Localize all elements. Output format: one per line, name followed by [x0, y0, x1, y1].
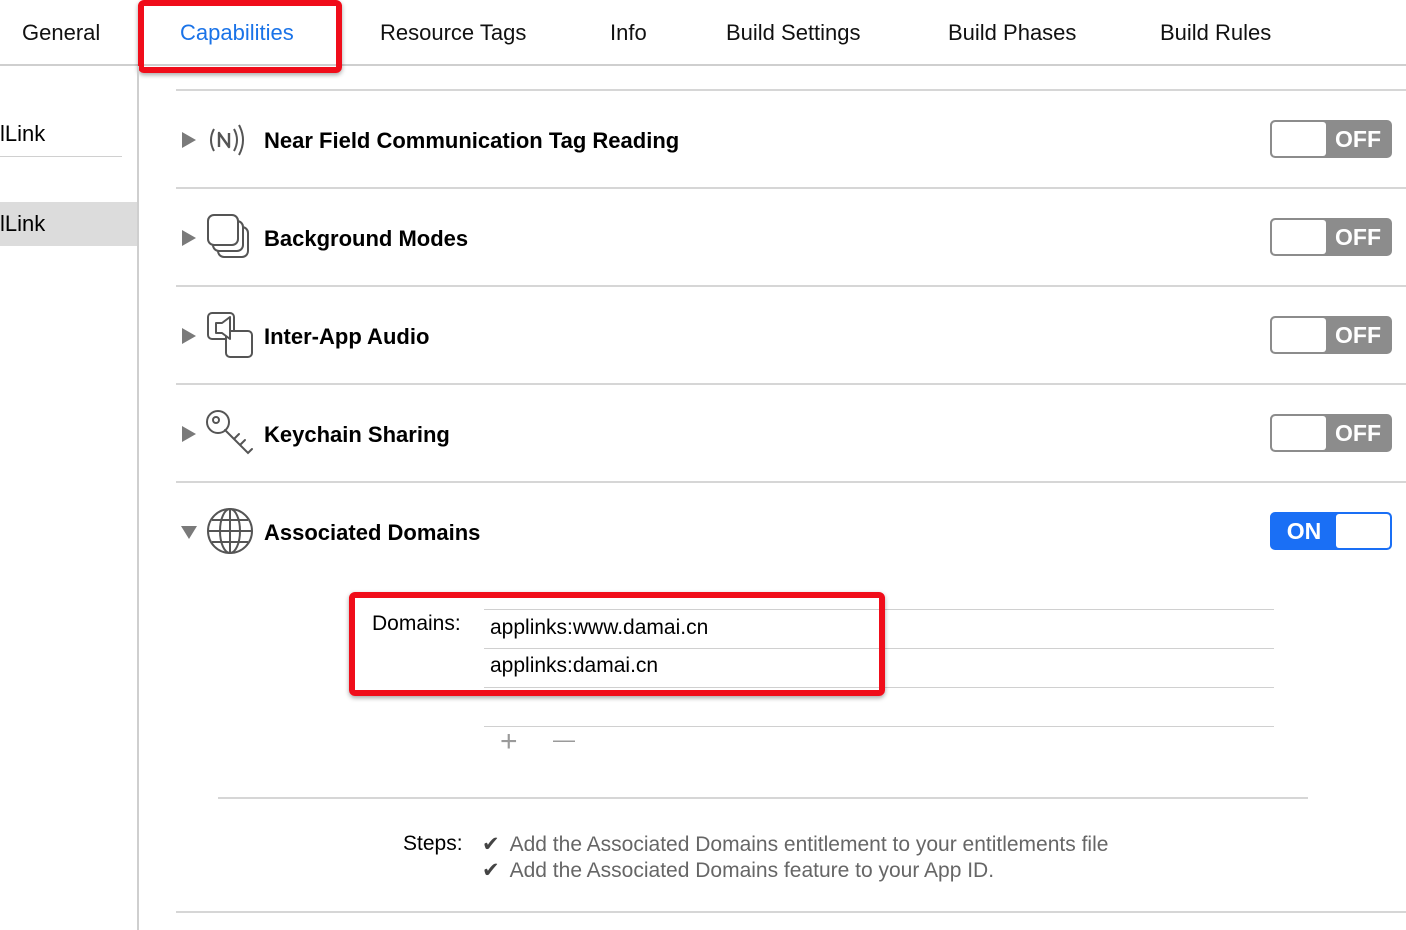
tab-build-settings[interactable]: Build Settings [726, 20, 861, 46]
toggle-state-label: ON [1286, 518, 1322, 544]
step-text: Add the Associated Domains entitlement t… [509, 833, 1109, 856]
sidebar-divider [0, 156, 122, 157]
domain-list-divider [484, 726, 1274, 727]
background-modes-toggle[interactable]: OFF [1270, 218, 1392, 256]
capability-row-inter-app-audio: Inter-App Audio OFF [176, 287, 1406, 385]
step-text: Add the Associated Domains feature to yo… [509, 859, 995, 882]
tab-build-rules[interactable]: Build Rules [1160, 20, 1271, 46]
sidebar-item-target[interactable]: lLink [0, 202, 137, 246]
domain-entry[interactable]: applinks:damai.cn [490, 654, 658, 678]
domains-label: Domains: [372, 612, 461, 635]
capability-row-associated-domains: Associated Domains ON [176, 483, 1406, 581]
globe-icon [207, 508, 253, 554]
toggle-knob [1272, 318, 1326, 352]
capability-title: Associated Domains [264, 520, 481, 545]
sidebar-item-project[interactable]: lLink [0, 112, 137, 156]
nfc-icon [210, 124, 244, 156]
tab-build-phases[interactable]: Build Phases [948, 20, 1076, 46]
key-icon [206, 410, 253, 455]
capability-title: Near Field Communication Tag Reading [264, 128, 680, 153]
disclosure-collapsed-icon[interactable] [180, 229, 198, 247]
inter-app-audio-icon [207, 312, 253, 358]
tab-bar: General Capabilities Resource Tags Info … [0, 0, 1406, 66]
step-item: ✔ Add the Associated Domains feature to y… [482, 858, 994, 883]
disclosure-collapsed-icon[interactable] [180, 327, 198, 345]
nfc-toggle[interactable]: OFF [1270, 120, 1392, 158]
background-modes-icon [207, 214, 249, 258]
row-divider [176, 911, 1406, 913]
toggle-knob [1272, 416, 1326, 450]
checkmark-icon: ✔ [482, 859, 500, 882]
domain-entry[interactable]: applinks:www.damai.cn [490, 616, 708, 640]
toggle-state-label: OFF [1335, 126, 1381, 152]
domain-list-divider [484, 648, 1274, 649]
toggle-knob [1272, 220, 1326, 254]
capability-title: Inter-App Audio [264, 324, 430, 349]
toggle-state-label: OFF [1335, 322, 1381, 348]
capability-title: Keychain Sharing [264, 422, 450, 447]
tab-info[interactable]: Info [610, 20, 647, 46]
capability-title: Background Modes [264, 226, 469, 251]
inter-app-audio-toggle[interactable]: OFF [1270, 316, 1392, 354]
domain-list-divider [484, 609, 1274, 610]
section-divider [218, 797, 1308, 799]
tab-resource-tags[interactable]: Resource Tags [380, 20, 526, 46]
tab-capabilities[interactable]: Capabilities [180, 20, 294, 46]
domain-list-divider [484, 687, 1274, 688]
tab-general[interactable]: General [22, 20, 100, 46]
checkmark-icon: ✔ [482, 833, 500, 856]
disclosure-collapsed-icon[interactable] [180, 131, 198, 149]
targets-sidebar: lLink lLink [0, 66, 139, 930]
add-domain-button[interactable]: + [500, 727, 518, 757]
steps-label: Steps: [403, 832, 463, 855]
remove-domain-button[interactable]: — [553, 725, 575, 755]
capability-row-nfc: Near Field Communication Tag Reading OFF [176, 91, 1406, 189]
toggle-state-label: OFF [1335, 224, 1381, 250]
capability-row-background-modes: Background Modes OFF [176, 189, 1406, 287]
keychain-sharing-toggle[interactable]: OFF [1270, 414, 1392, 452]
disclosure-collapsed-icon[interactable] [180, 425, 198, 443]
capability-row-keychain-sharing: Keychain Sharing OFF [176, 385, 1406, 483]
toggle-knob [1272, 122, 1326, 156]
toggle-knob [1336, 514, 1390, 548]
annotation-highlight-domains [349, 592, 885, 696]
disclosure-expanded-icon[interactable] [180, 523, 198, 541]
associated-domains-toggle[interactable]: ON [1270, 512, 1392, 550]
toggle-state-label: OFF [1335, 420, 1381, 446]
step-item: ✔ Add the Associated Domains entitlement … [482, 832, 1108, 857]
